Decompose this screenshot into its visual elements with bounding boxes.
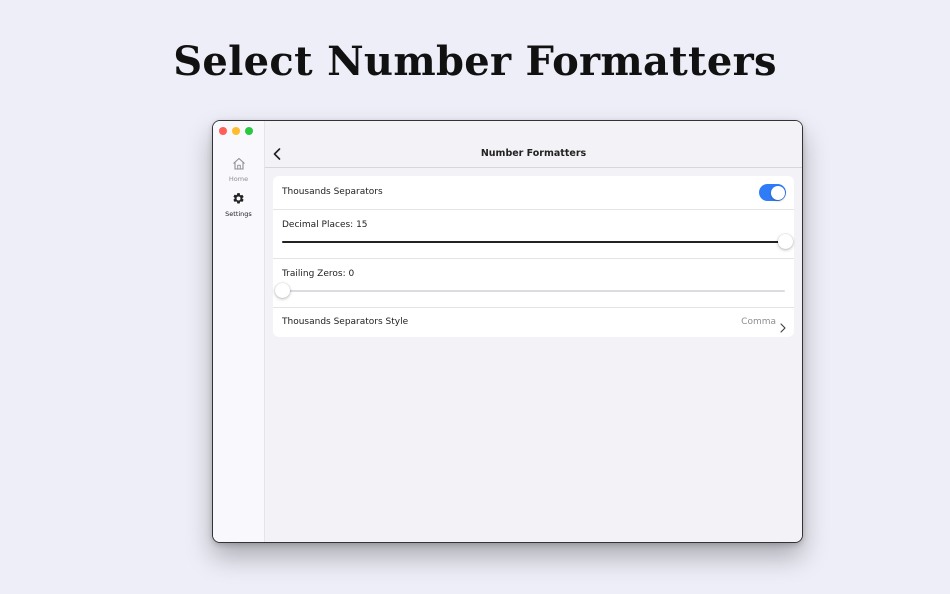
decimal-places-slider[interactable]	[282, 234, 793, 249]
trailing-zeros-label: Trailing Zeros: 0	[282, 269, 355, 279]
zoom-window-button[interactable]	[245, 127, 253, 135]
separator-style-label: Thousands Separators Style	[282, 317, 409, 327]
trailing-zeros-slider[interactable]	[275, 283, 785, 298]
slider-thumb[interactable]	[275, 283, 290, 298]
main-content: Number Formatters Thousands Separators D…	[265, 121, 802, 542]
sidebar-item-label: Home	[228, 175, 249, 183]
sidebar-item-label: Settings	[225, 210, 252, 218]
sidebar-item-home[interactable]: Home	[213, 155, 264, 183]
house-icon	[232, 155, 246, 174]
decimal-places-label: Decimal Places: 15	[282, 220, 368, 230]
navigation-bar: Number Formatters	[265, 121, 802, 168]
settings-card: Thousands Separators Decimal Places: 15 …	[273, 176, 794, 337]
headline: Select Number Formatters	[173, 38, 777, 85]
app-window: Home Settings Number Formatters Thousand…	[212, 120, 803, 543]
separator-style-row[interactable]: Thousands Separators Style Comma	[273, 308, 794, 337]
thousands-separators-toggle[interactable]	[759, 184, 786, 201]
trailing-zeros-row: Trailing Zeros: 0	[273, 259, 794, 308]
page-title: Number Formatters	[480, 148, 587, 159]
close-window-button[interactable]	[219, 127, 227, 135]
thousands-separators-label: Thousands Separators	[282, 187, 383, 197]
decimal-places-row: Decimal Places: 15	[273, 210, 794, 259]
window-controls	[219, 127, 253, 135]
thousands-separators-row: Thousands Separators	[273, 176, 794, 210]
gear-icon	[232, 190, 245, 209]
minimize-window-button[interactable]	[232, 127, 240, 135]
chevron-right-icon	[780, 318, 786, 337]
slider-thumb[interactable]	[778, 234, 793, 249]
sidebar: Home Settings	[213, 121, 265, 542]
toggle-knob	[770, 185, 785, 200]
sidebar-item-settings[interactable]: Settings	[213, 190, 264, 218]
slider-fill	[282, 241, 785, 243]
separator-style-value: Comma	[741, 317, 776, 327]
